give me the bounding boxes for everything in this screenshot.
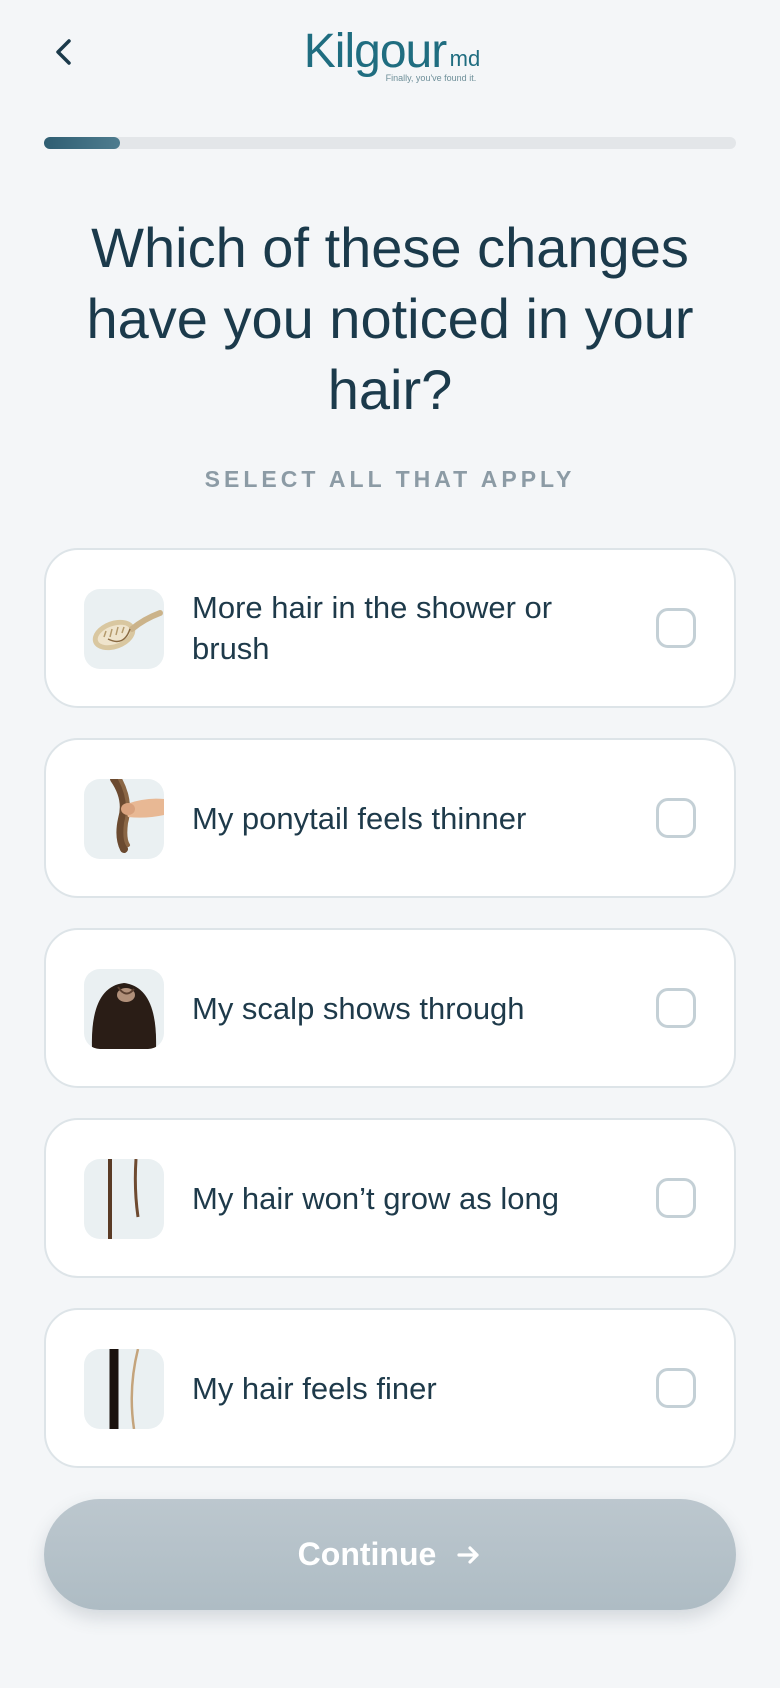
option-label: My scalp shows through [192,990,525,1026]
option-wont-grow[interactable]: My hair won’t grow as long [44,1118,736,1278]
logo-tagline: Finally, you've found it. [385,73,477,83]
option-hair-finer[interactable]: My hair feels finer [44,1308,736,1468]
option-checkbox[interactable] [656,608,696,648]
option-ponytail-thinner[interactable]: My ponytail feels thinner [44,738,736,898]
option-label: My hair won’t grow as long [192,1180,559,1216]
option-checkbox[interactable] [656,1368,696,1408]
select-hint: SELECT ALL THAT APPLY [204,466,576,492]
question-title: Which of these changes have you noticed … [86,216,694,421]
option-label: My ponytail feels thinner [192,800,527,836]
progress-bar [44,137,736,149]
option-hair-in-shower[interactable]: More hair in the shower or brush [44,548,736,708]
option-checkbox[interactable] [656,988,696,1028]
quiz-page: Kilgour md Finally, you've found it. Whi… [0,0,780,1688]
option-label: My hair feels finer [192,1370,437,1406]
ponytail-image [84,779,164,859]
continue-button[interactable]: Continue [44,1499,736,1610]
progress-fill [44,137,121,149]
option-checkbox[interactable] [656,1178,696,1218]
continue-label: Continue [297,1536,437,1572]
scalp-image [84,969,164,1049]
arrow-right-icon [456,1543,482,1567]
brand-logo: Kilgour md Finally, you've found it. [0,26,780,86]
options-list: More hair in the shower or brush My pony… [44,548,736,1498]
option-scalp-shows[interactable]: My scalp shows through [44,928,736,1088]
logo-wordmark: Kilgour [303,25,447,78]
option-label: More hair in the shower or brush [192,590,553,666]
header: Kilgour md Finally, you've found it. [0,0,780,110]
fine-hair-image [84,1349,164,1429]
option-checkbox[interactable] [656,798,696,838]
hair-strands-image [84,1159,164,1239]
logo-suffix: md [449,46,481,71]
hairbrush-image [84,589,164,669]
